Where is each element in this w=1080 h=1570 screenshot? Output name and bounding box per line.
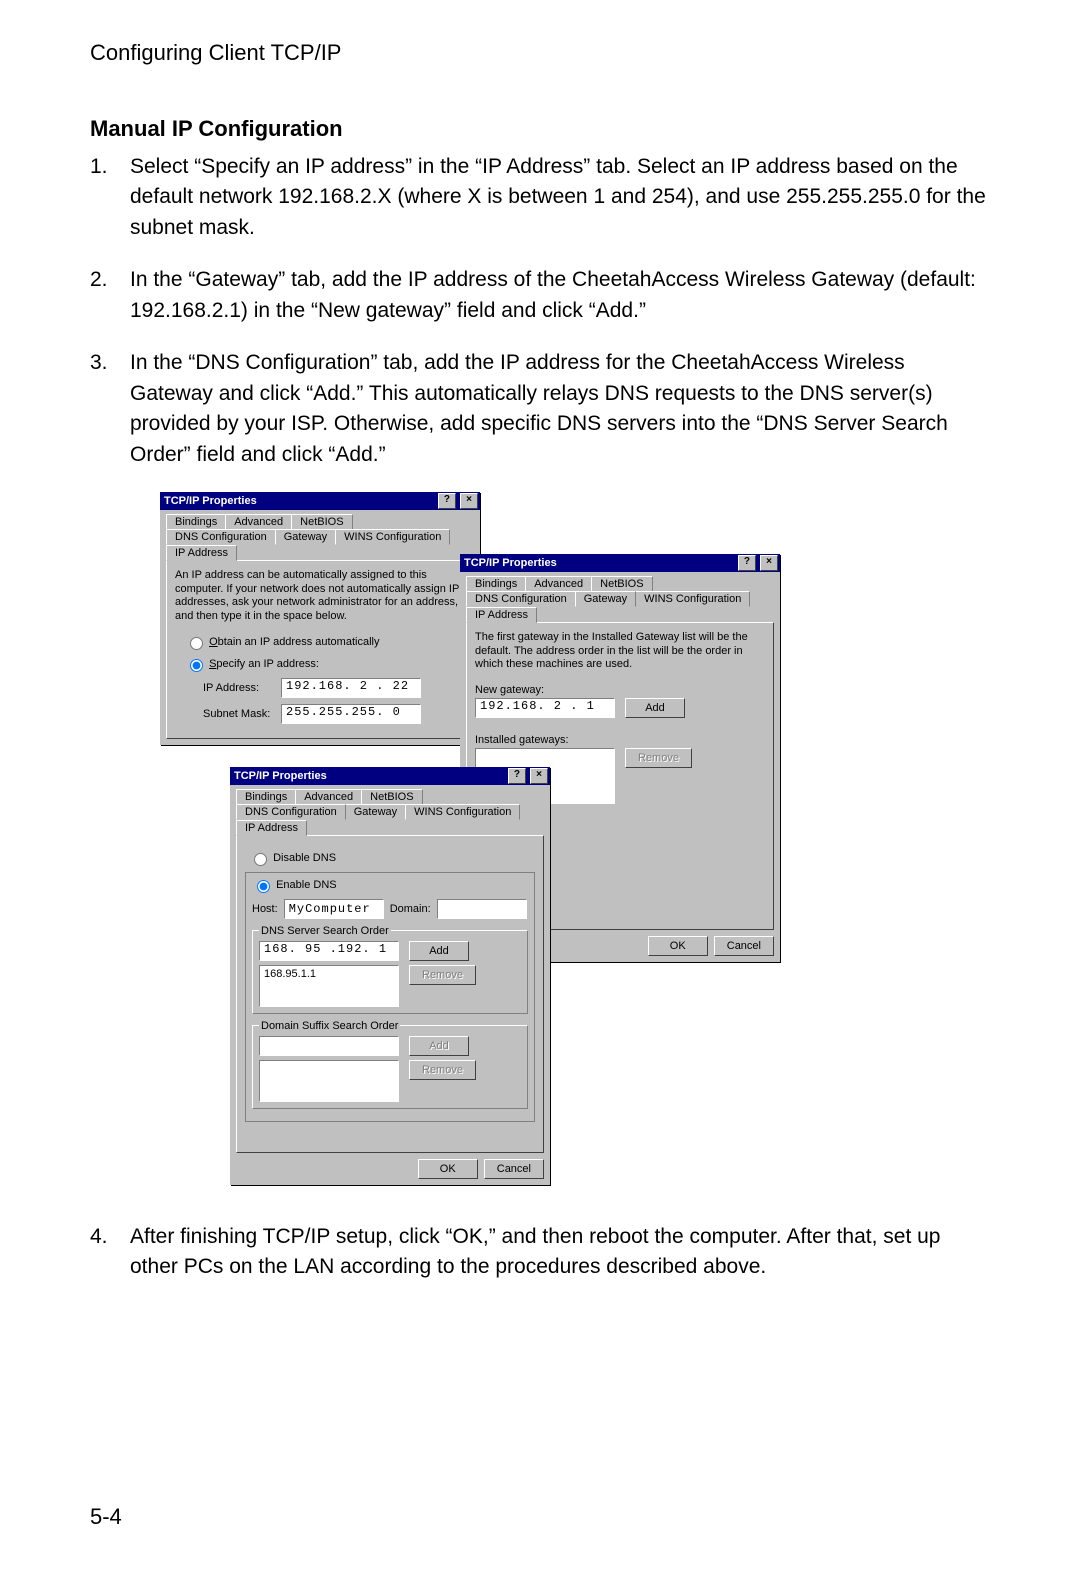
suffix-input[interactable] bbox=[259, 1036, 399, 1056]
titlebar: TCP/IP Properties ? × bbox=[160, 492, 480, 510]
tab-bindings[interactable]: Bindings bbox=[236, 789, 296, 805]
dns-search-input[interactable]: 168. 95 .192. 1 bbox=[259, 941, 399, 961]
tab-bindings[interactable]: Bindings bbox=[466, 576, 526, 592]
tab-netbios[interactable]: NetBIOS bbox=[591, 576, 652, 592]
screenshot-cluster: TCP/IP Properties ? × Bindings Advanced … bbox=[90, 492, 990, 1192]
close-icon[interactable]: × bbox=[460, 493, 478, 509]
ok-button[interactable]: OK bbox=[418, 1159, 478, 1179]
tab-row-1: Bindings Advanced NetBIOS bbox=[166, 514, 474, 530]
titlebar: TCP/IP Properties ? × bbox=[460, 554, 780, 572]
ip-address-label: IP Address: bbox=[203, 682, 275, 694]
step-text: In the “Gateway” tab, add the IP address… bbox=[130, 265, 990, 326]
subnet-mask-input[interactable]: 255.255.255. 0 bbox=[281, 704, 421, 724]
tab-gateway[interactable]: Gateway bbox=[275, 529, 336, 545]
step-text: After finishing TCP/IP setup, click “OK,… bbox=[130, 1222, 990, 1283]
tab-ip-address[interactable]: IP Address bbox=[236, 820, 307, 836]
dns-search-order-group: DNS Server Search Order 168. 95 .192. 1 … bbox=[252, 925, 528, 1014]
tab-bindings[interactable]: Bindings bbox=[166, 514, 226, 530]
close-icon[interactable]: × bbox=[530, 768, 548, 784]
tab-netbios[interactable]: NetBIOS bbox=[291, 514, 352, 530]
help-icon[interactable]: ? bbox=[438, 493, 456, 509]
page-header: Configuring Client TCP/IP bbox=[90, 40, 990, 66]
radio-enable-dns[interactable]: Enable DNS bbox=[252, 877, 528, 893]
radio-specify-input[interactable] bbox=[190, 659, 203, 672]
tab-ip-address[interactable]: IP Address bbox=[166, 545, 237, 561]
remove-button: Remove bbox=[409, 965, 476, 985]
tab-wins-config[interactable]: WINS Configuration bbox=[405, 804, 520, 820]
tab-dns-config[interactable]: DNS Configuration bbox=[236, 804, 346, 820]
domain-input[interactable] bbox=[437, 899, 527, 919]
radio-obtain[interactable]: OObtain an IP address automaticallybtain… bbox=[185, 634, 465, 650]
domain-label: Domain: bbox=[390, 903, 431, 915]
tab-panel-dns: Disable DNS Enable DNS Host: Domain: DNS… bbox=[236, 835, 544, 1153]
new-gateway-input[interactable]: 192.168. 2 . 1 bbox=[475, 698, 615, 718]
radio-disable-dns[interactable]: Disable DNS bbox=[249, 850, 535, 866]
add-button: Add bbox=[409, 1036, 469, 1056]
subnet-mask-label: Subnet Mask: bbox=[203, 708, 275, 720]
step-text: Select “Specify an IP address” in the “I… bbox=[130, 152, 990, 243]
close-icon[interactable]: × bbox=[760, 555, 778, 571]
title-text: TCP/IP Properties bbox=[464, 557, 557, 569]
step-3: 3. In the “DNS Configuration” tab, add t… bbox=[90, 348, 990, 470]
add-button[interactable]: Add bbox=[625, 698, 685, 718]
step-4: 4. After finishing TCP/IP setup, click “… bbox=[90, 1222, 990, 1283]
tab-wins-config[interactable]: WINS Configuration bbox=[335, 529, 450, 545]
help-icon[interactable]: ? bbox=[738, 555, 756, 571]
section-title: Manual IP Configuration bbox=[90, 116, 990, 142]
title-text: TCP/IP Properties bbox=[234, 770, 327, 782]
tab-dns-config[interactable]: DNS Configuration bbox=[466, 591, 576, 607]
add-button[interactable]: Add bbox=[409, 941, 469, 961]
tab-gateway[interactable]: Gateway bbox=[575, 591, 636, 607]
enable-dns-group: Enable DNS Host: Domain: DNS Server Sear… bbox=[245, 872, 535, 1122]
ip-note: An IP address can be automatically assig… bbox=[175, 569, 465, 624]
remove-button: Remove bbox=[625, 748, 692, 768]
ok-button[interactable]: OK bbox=[648, 936, 708, 956]
tab-netbios[interactable]: NetBIOS bbox=[361, 789, 422, 805]
step-number: 1. bbox=[90, 152, 130, 243]
host-label: Host: bbox=[252, 903, 278, 915]
dns-search-list[interactable]: 168.95.1.1 bbox=[259, 965, 399, 1007]
host-input[interactable] bbox=[284, 899, 384, 919]
tab-advanced[interactable]: Advanced bbox=[225, 514, 292, 530]
step-number: 4. bbox=[90, 1222, 130, 1283]
new-gateway-label: New gateway: bbox=[475, 684, 765, 696]
radio-obtain-input[interactable] bbox=[190, 637, 203, 650]
tab-advanced[interactable]: Advanced bbox=[295, 789, 362, 805]
domain-suffix-group: Domain Suffix Search Order Add Remove bbox=[252, 1020, 528, 1109]
step-1: 1. Select “Specify an IP address” in the… bbox=[90, 152, 990, 243]
step-text: In the “DNS Configuration” tab, add the … bbox=[130, 348, 990, 470]
ip-address-input[interactable]: 192.168. 2 . 22 bbox=[281, 678, 421, 698]
cancel-button[interactable]: Cancel bbox=[484, 1159, 544, 1179]
suffix-list[interactable] bbox=[259, 1060, 399, 1102]
tab-advanced[interactable]: Advanced bbox=[525, 576, 592, 592]
tab-panel-ip: An IP address can be automatically assig… bbox=[166, 560, 474, 739]
domain-suffix-legend: Domain Suffix Search Order bbox=[259, 1020, 400, 1032]
installed-gateways-label: Installed gateways: bbox=[475, 734, 765, 746]
radio-enable-dns-input[interactable] bbox=[257, 880, 270, 893]
cancel-button[interactable]: Cancel bbox=[714, 936, 774, 956]
tab-dns-config[interactable]: DNS Configuration bbox=[166, 529, 276, 545]
tcpip-dialog-dns: TCP/IP Properties ? × Bindings Advanced … bbox=[230, 767, 550, 1185]
tab-gateway[interactable]: Gateway bbox=[345, 804, 406, 820]
tab-row-2: DNS Configuration Gateway WINS Configura… bbox=[166, 529, 474, 561]
step-number: 2. bbox=[90, 265, 130, 326]
tcpip-dialog-ipaddress: TCP/IP Properties ? × Bindings Advanced … bbox=[160, 492, 480, 745]
dns-search-legend: DNS Server Search Order bbox=[259, 925, 391, 937]
radio-disable-dns-input[interactable] bbox=[254, 853, 267, 866]
titlebar: TCP/IP Properties ? × bbox=[230, 767, 550, 785]
gateway-note: The first gateway in the Installed Gatew… bbox=[475, 631, 765, 672]
step-number: 3. bbox=[90, 348, 130, 470]
page-number: 5-4 bbox=[90, 1504, 122, 1530]
step-2: 2. In the “Gateway” tab, add the IP addr… bbox=[90, 265, 990, 326]
tab-ip-address[interactable]: IP Address bbox=[466, 607, 537, 623]
tab-wins-config[interactable]: WINS Configuration bbox=[635, 591, 750, 607]
radio-specify[interactable]: Specify an IP address: bbox=[185, 656, 465, 672]
help-icon[interactable]: ? bbox=[508, 768, 526, 784]
remove-button: Remove bbox=[409, 1060, 476, 1080]
title-text: TCP/IP Properties bbox=[164, 495, 257, 507]
